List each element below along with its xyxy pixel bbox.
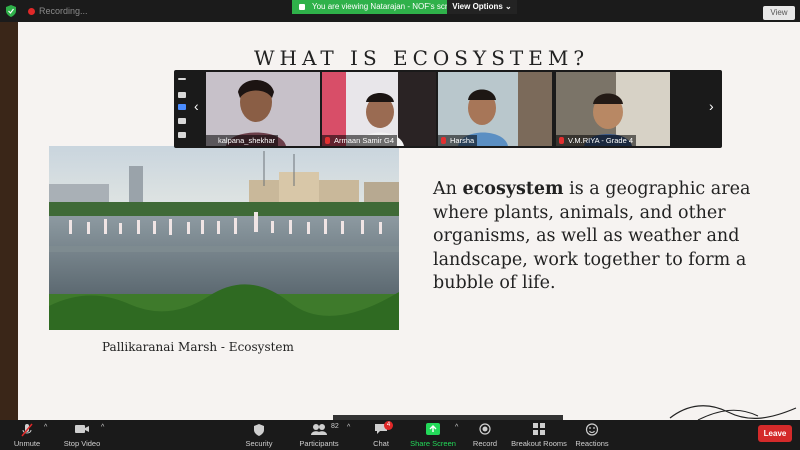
participants-label: Participants [299,439,339,448]
participant-name: V.M.RIYA - Grade 4 [556,135,637,146]
recording-dot-icon [28,8,35,15]
minimize-icon[interactable] [178,78,186,80]
reactions-label: Reactions [575,439,609,448]
share-screen-icon [426,423,440,435]
slide-footer-decoration [333,415,563,420]
meeting-toolbar: Unmute ^ Stop Video ^ Security Participa… [0,420,800,450]
share-screen-button[interactable]: Share Screen [410,420,456,450]
reactions-icon [585,423,599,436]
participant-tile[interactable]: Armaan Samir G4 [322,72,436,146]
leave-button[interactable]: Leave [758,425,792,442]
view-button[interactable]: View [763,6,795,20]
strip-tools [174,70,190,148]
muted-mic-icon [441,137,446,144]
shield-icon [254,424,264,436]
audio-options-icon[interactable]: ^ [44,424,47,431]
slide-body-text: An ecosystem is a geographic area where … [433,178,773,296]
screen-share-icon [299,4,305,10]
participants-count: 82 [331,423,339,430]
breakout-rooms-icon [533,423,545,435]
record-icon [479,423,491,435]
chat-label: Chat [373,439,389,448]
view-options-button[interactable]: View Options ⌄ [447,0,517,14]
participant-tile[interactable]: V.M.RIYA - Grade 4 [556,72,670,146]
unmute-label: Unmute [13,439,41,448]
stop-video-label: Stop Video [63,439,101,448]
breakout-rooms-button[interactable]: Breakout Rooms [510,420,568,450]
photo-caption: Pallikaranai Marsh - Ecosystem [102,340,294,354]
breakout-rooms-label: Breakout Rooms [511,439,567,448]
slide-title: WHAT IS ECOSYSTEM? [254,46,590,70]
body-prefix: An [433,179,463,199]
share-screen-label: Share Screen [410,439,456,448]
signature-scribble [669,405,797,420]
participant-tile[interactable]: Harsha [438,72,552,146]
muted-mic-icon [325,137,330,144]
participant-name: Harsha [438,135,478,146]
body-keyword: ecosystem [462,179,564,199]
video-camera-icon [75,425,89,433]
top-bar: Recording... You are viewing Natarajan -… [0,0,800,22]
participant-video-strip[interactable]: ‹ kalpana_shekhar Armaan Samir G4 Harsha… [174,70,722,148]
strip-next-icon[interactable]: › [709,98,714,114]
record-button[interactable]: Record [468,420,502,450]
strip-view-icon[interactable] [178,104,186,110]
security-button[interactable]: Security [238,420,280,450]
participant-name: Armaan Samir G4 [322,135,398,146]
muted-mic-icon [21,423,33,437]
share-options-icon[interactable]: ^ [455,424,458,431]
video-options-icon[interactable]: ^ [101,424,104,431]
muted-mic-icon [559,137,564,144]
viewing-banner-text: You are viewing Natarajan - NOF's screen [312,2,461,11]
shield-icon[interactable] [6,5,16,17]
strip-prev-icon[interactable]: ‹ [194,98,199,114]
participant-name: kalpana_shekhar [206,135,279,146]
participants-options-icon[interactable]: ^ [347,424,350,431]
gallery-view-icon[interactable] [178,92,186,98]
full-screen-icon[interactable] [178,132,186,138]
viewing-banner: You are viewing Natarajan - NOF's screen [292,0,469,14]
record-label: Record [472,439,498,448]
recording-label: Recording... [39,6,88,16]
marsh-photo [49,146,399,330]
security-label: Security [245,439,273,448]
grid-view-icon[interactable] [178,118,186,124]
participants-icon [311,424,327,435]
unmute-button[interactable]: Unmute [6,420,48,450]
left-edge-strip [0,22,18,420]
chat-badge: 4 [384,421,393,430]
stop-video-button[interactable]: Stop Video [60,420,104,450]
participant-tile[interactable]: kalpana_shekhar [206,72,320,146]
reactions-button[interactable]: Reactions [574,420,610,450]
